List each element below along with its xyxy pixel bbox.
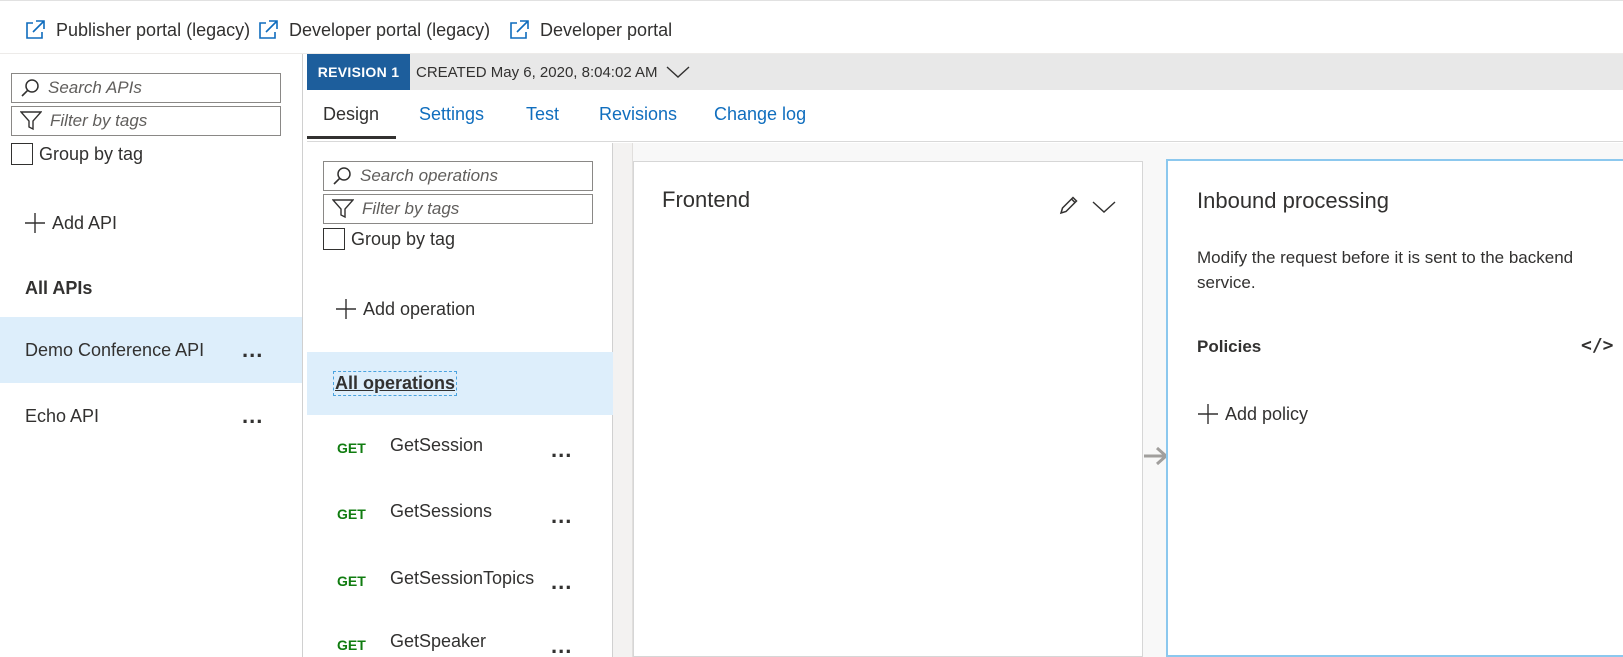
- operation-name: GetSessionTopics: [390, 568, 535, 588]
- policies-label: Policies: [1197, 337, 1262, 356]
- api-more-button[interactable]: ...: [242, 405, 263, 427]
- external-link-icon: [26, 20, 45, 39]
- operation-filter-box[interactable]: [323, 194, 593, 224]
- operation-item[interactable]: GET GetSessionTopics ...: [307, 547, 613, 611]
- api-tabs: Design Settings Test Revisions Change lo…: [307, 90, 1623, 142]
- operation-search-input[interactable]: [360, 166, 568, 186]
- inbound-processing-panel[interactable]: Inbound processing Modify the request be…: [1166, 159, 1623, 657]
- frontend-panel: Frontend: [633, 161, 1143, 657]
- operation-item[interactable]: GET GetSessions ...: [307, 481, 613, 545]
- all-operations-item[interactable]: All operations: [307, 352, 613, 415]
- external-link-icon: [259, 20, 278, 39]
- filter-icon: [332, 199, 354, 219]
- group-by-tag-checkbox[interactable]: [11, 143, 33, 165]
- operation-more-button[interactable]: ...: [551, 635, 572, 657]
- group-by-tag-checkbox[interactable]: [323, 228, 345, 250]
- chevron-down-icon: [666, 66, 689, 78]
- revision-created-dropdown[interactable]: CREATED May 6, 2020, 8:04:02 AM: [416, 54, 690, 90]
- operation-name: GetSessions: [390, 501, 493, 521]
- operation-group-by-tag[interactable]: Group by tag: [323, 228, 455, 250]
- inbound-title: Inbound processing: [1197, 188, 1390, 213]
- api-filter-box[interactable]: [11, 106, 281, 136]
- revision-badge: REVISION 1: [307, 54, 410, 90]
- api-group-by-tag[interactable]: Group by tag: [11, 143, 143, 165]
- operation-item[interactable]: GET GetSession ...: [307, 415, 613, 479]
- column-splitter[interactable]: [613, 143, 633, 657]
- tab-settings[interactable]: Settings: [419, 104, 484, 125]
- filter-icon: [20, 111, 42, 131]
- developer-portal-legacy-label: Developer portal (legacy): [289, 19, 491, 40]
- publisher-portal-label: Publisher portal (legacy): [56, 19, 251, 40]
- api-more-button[interactable]: ...: [242, 339, 263, 361]
- operation-item[interactable]: GET GetSpeaker ...: [307, 611, 613, 657]
- http-method-badge: GET: [337, 506, 366, 522]
- tab-design[interactable]: Design: [323, 104, 379, 125]
- http-method-badge: GET: [337, 573, 366, 589]
- pencil-icon[interactable]: [1058, 194, 1080, 216]
- operation-search-box[interactable]: [323, 161, 593, 191]
- add-policy-label: Add policy: [1225, 403, 1309, 424]
- api-item-label: Echo API: [25, 405, 100, 426]
- api-search-input[interactable]: [48, 78, 256, 98]
- revision-bar: REVISION 1 CREATED May 6, 2020, 8:04:02 …: [307, 54, 1623, 90]
- group-by-tag-label: Group by tag: [39, 143, 144, 164]
- operation-more-button[interactable]: ...: [551, 439, 572, 461]
- publisher-portal-link[interactable]: Publisher portal (legacy): [24, 17, 250, 43]
- developer-portal-label: Developer portal: [540, 19, 673, 40]
- group-by-tag-label: Group by tag: [351, 228, 456, 249]
- frontend-title: Frontend: [662, 187, 751, 212]
- add-operation-button[interactable]: Add operation: [335, 298, 475, 320]
- active-tab-indicator: [307, 136, 396, 139]
- api-search-box[interactable]: [11, 73, 281, 103]
- inbound-description: Modify the request before it is sent to …: [1197, 248, 1574, 292]
- plus-icon: [25, 213, 45, 233]
- all-operations-label: All operations: [332, 371, 458, 396]
- api-item-echo[interactable]: Echo API ...: [0, 383, 302, 449]
- http-method-badge: GET: [337, 637, 366, 653]
- operation-name: GetSpeaker: [390, 631, 487, 651]
- external-link-icon: [510, 20, 529, 39]
- plus-icon: [336, 299, 356, 319]
- tab-revisions[interactable]: Revisions: [599, 104, 677, 125]
- search-icon: [333, 167, 351, 185]
- add-operation-label: Add operation: [363, 298, 476, 319]
- operations-panel: Group by tag Add operation All operation…: [307, 143, 613, 657]
- developer-portal-link[interactable]: Developer portal: [508, 17, 672, 43]
- operation-name: GetSession: [390, 435, 484, 455]
- plus-icon: [1198, 404, 1218, 424]
- developer-portal-legacy-link[interactable]: Developer portal (legacy): [257, 17, 490, 43]
- chevron-down-icon[interactable]: [1092, 200, 1116, 214]
- portal-toolbar: Publisher portal (legacy) Developer port…: [0, 0, 1623, 54]
- tab-change-log[interactable]: Change log: [714, 104, 806, 125]
- add-api-button[interactable]: Add API: [24, 212, 117, 234]
- all-apis-heading[interactable]: All APIs: [25, 278, 92, 299]
- api-item-demo-conference[interactable]: Demo Conference API ...: [0, 317, 302, 383]
- operation-more-button[interactable]: ...: [551, 505, 572, 527]
- operation-filter-input[interactable]: [362, 199, 570, 219]
- search-icon: [21, 79, 39, 97]
- tab-test[interactable]: Test: [526, 104, 559, 125]
- add-policy-button[interactable]: Add policy: [1197, 403, 1308, 425]
- add-api-label: Add API: [52, 212, 118, 233]
- operation-more-button[interactable]: ...: [551, 571, 572, 593]
- api-item-label: Demo Conference API: [25, 339, 205, 360]
- api-filter-input[interactable]: [50, 111, 258, 131]
- http-method-badge: GET: [337, 440, 366, 456]
- revision-created-text: CREATED May 6, 2020, 8:04:02 AM: [416, 63, 658, 81]
- api-sidebar: Group by tag Add API All APIs Demo Confe…: [0, 54, 303, 657]
- code-view-icon[interactable]: </>: [1581, 335, 1614, 356]
